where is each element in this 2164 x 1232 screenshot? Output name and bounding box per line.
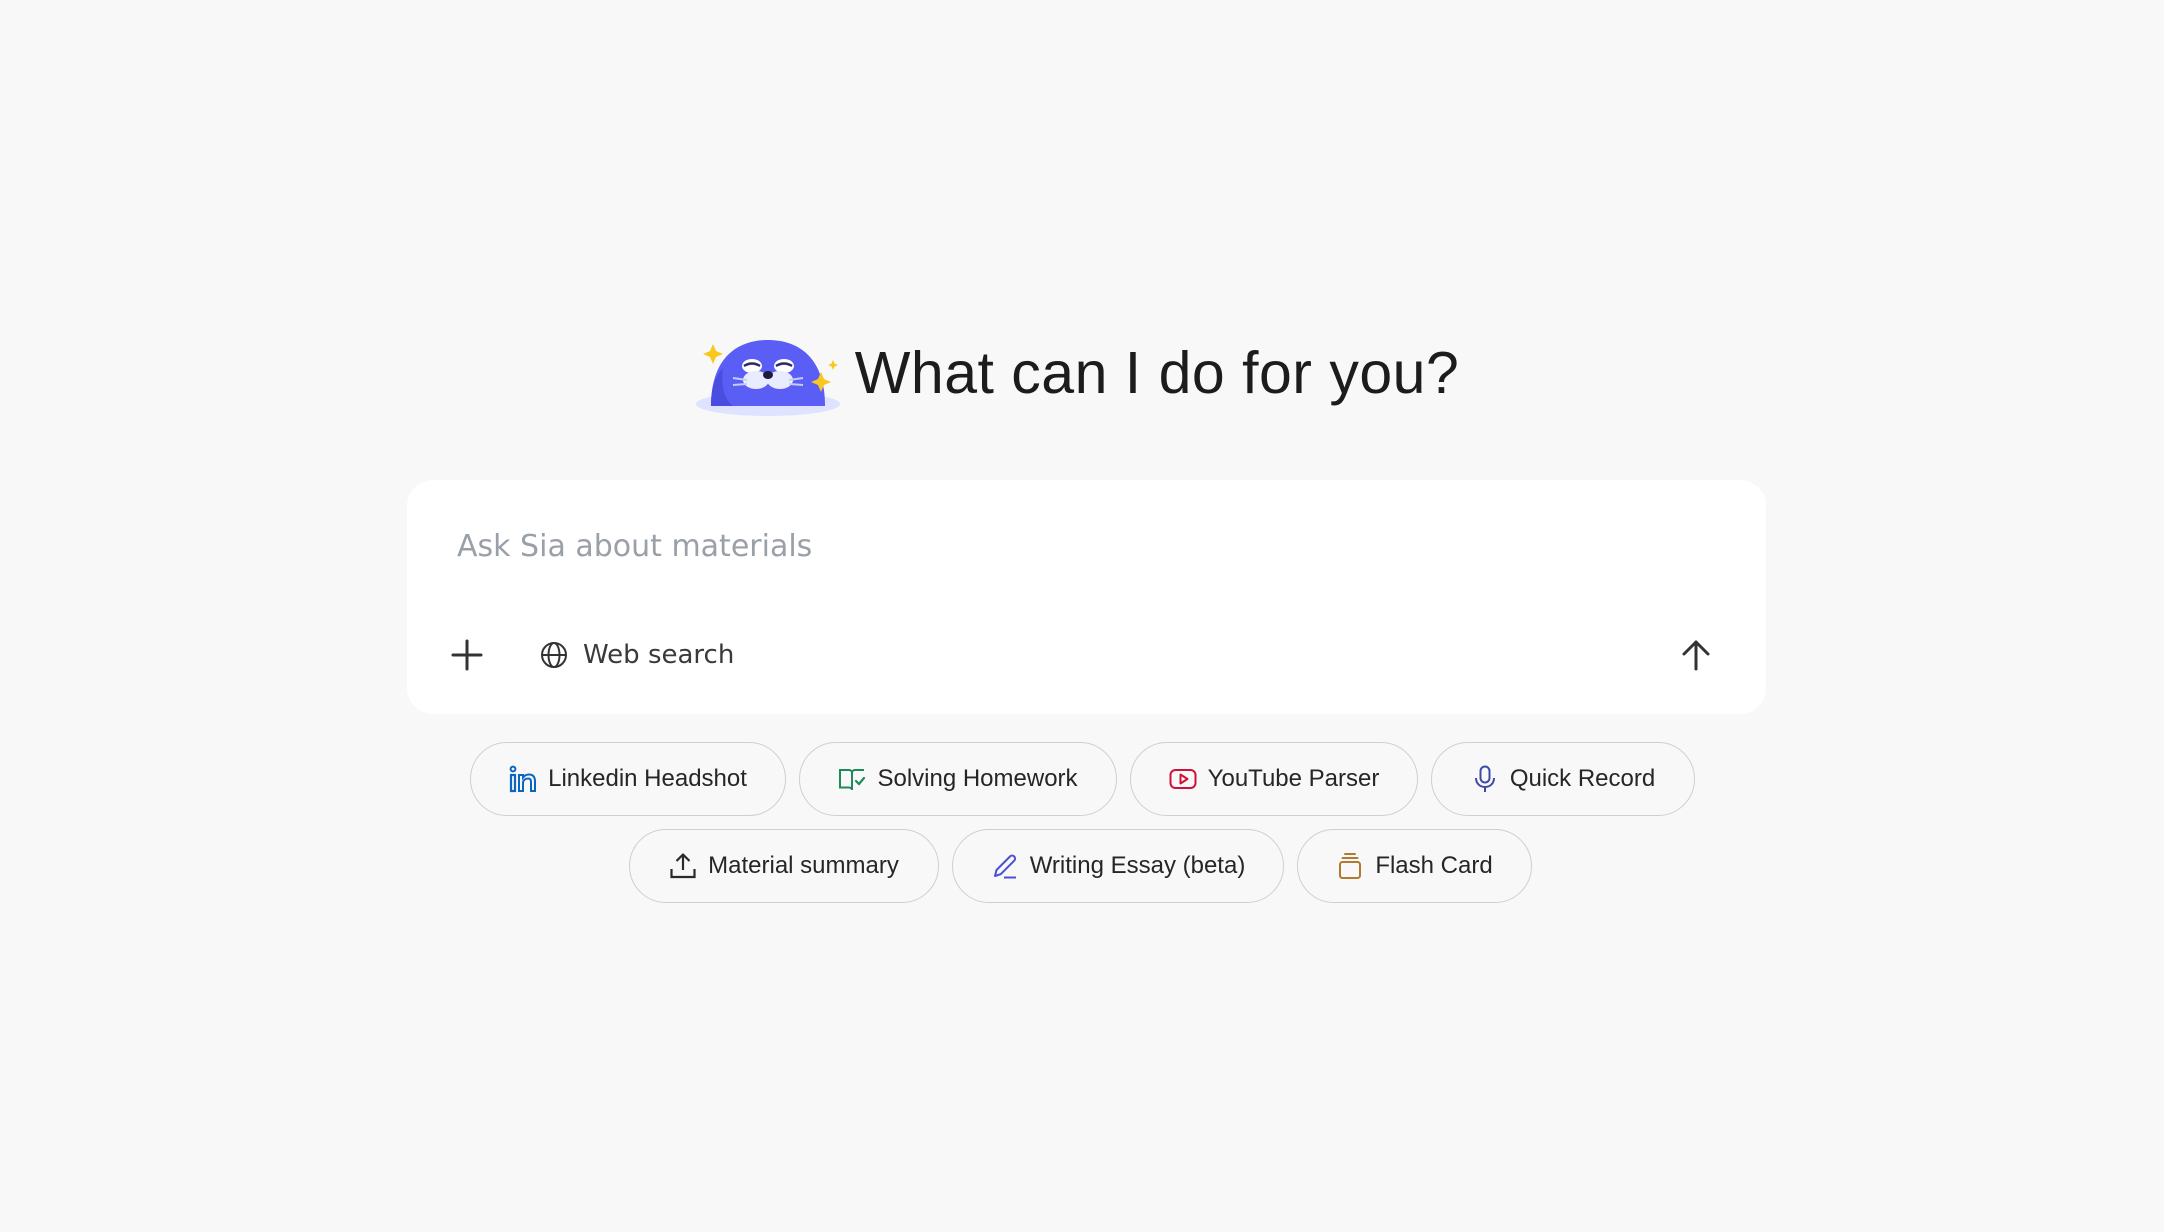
quick-actions-row-2: Material summary Writing Essay (beta) Fl… (0, 829, 2164, 903)
microphone-icon (1474, 765, 1495, 792)
linkedin-headshot-chip[interactable]: Linkedin Headshot (469, 742, 786, 816)
composer-toolbar: Web search (437, 620, 1726, 690)
pencil-icon (993, 854, 1016, 879)
writing-essay-chip[interactable]: Writing Essay (beta) (951, 829, 1284, 903)
quick-record-chip[interactable]: Quick Record (1430, 742, 1695, 816)
chip-label: Flash Card (1375, 852, 1493, 879)
plus-icon (451, 639, 483, 671)
chip-label: Linkedin Headshot (548, 765, 747, 792)
solving-homework-chip[interactable]: Solving Homework (798, 742, 1117, 816)
material-summary-chip[interactable]: Material summary (628, 829, 939, 903)
seal-mascot-icon (695, 340, 840, 416)
web-search-toggle[interactable]: Web search (531, 625, 742, 685)
upload-icon (670, 853, 696, 879)
chip-label: Quick Record (1509, 765, 1656, 792)
ask-input[interactable] (449, 518, 1715, 574)
chip-label: Solving Homework (877, 765, 1078, 792)
flash-card-chip[interactable]: Flash Card (1296, 829, 1532, 903)
quick-actions: Linkedin Headshot Solving Homework YouTu… (0, 742, 2164, 916)
chip-label: Writing Essay (beta) (1029, 852, 1246, 879)
youtube-icon (1169, 769, 1197, 789)
page: What can I do for you? Web search (0, 0, 2164, 1232)
page-title: What can I do for you? (854, 340, 1460, 406)
linkedin-icon (509, 765, 537, 793)
composer: Web search (407, 480, 1766, 714)
quick-actions-row-1: Linkedin Headshot Solving Homework YouTu… (0, 742, 2164, 816)
web-search-label: Web search (583, 640, 735, 670)
youtube-parser-chip[interactable]: YouTube Parser (1129, 742, 1418, 816)
globe-icon (541, 642, 567, 668)
send-button[interactable] (1666, 625, 1726, 685)
book-check-icon (839, 769, 866, 791)
arrow-up-icon (1682, 640, 1710, 671)
cards-stack-icon (1339, 853, 1362, 879)
hero: What can I do for you? (0, 318, 2164, 428)
chip-label: Material summary (708, 852, 899, 879)
chip-label: YouTube Parser (1207, 765, 1380, 792)
add-attachment-button[interactable] (437, 625, 497, 685)
